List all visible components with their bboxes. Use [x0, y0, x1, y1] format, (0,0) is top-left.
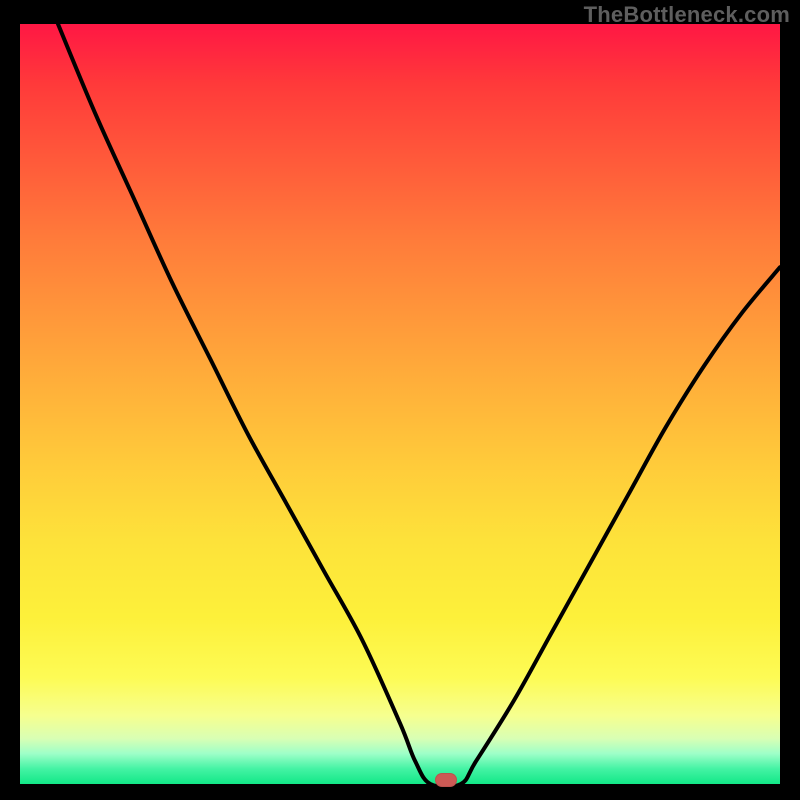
curve-path	[58, 24, 780, 784]
watermark-text: TheBottleneck.com	[584, 2, 790, 28]
bottleneck-curve	[20, 24, 780, 784]
optimal-point-marker	[435, 773, 457, 787]
chart-frame: TheBottleneck.com	[0, 0, 800, 800]
plot-area	[20, 24, 780, 784]
